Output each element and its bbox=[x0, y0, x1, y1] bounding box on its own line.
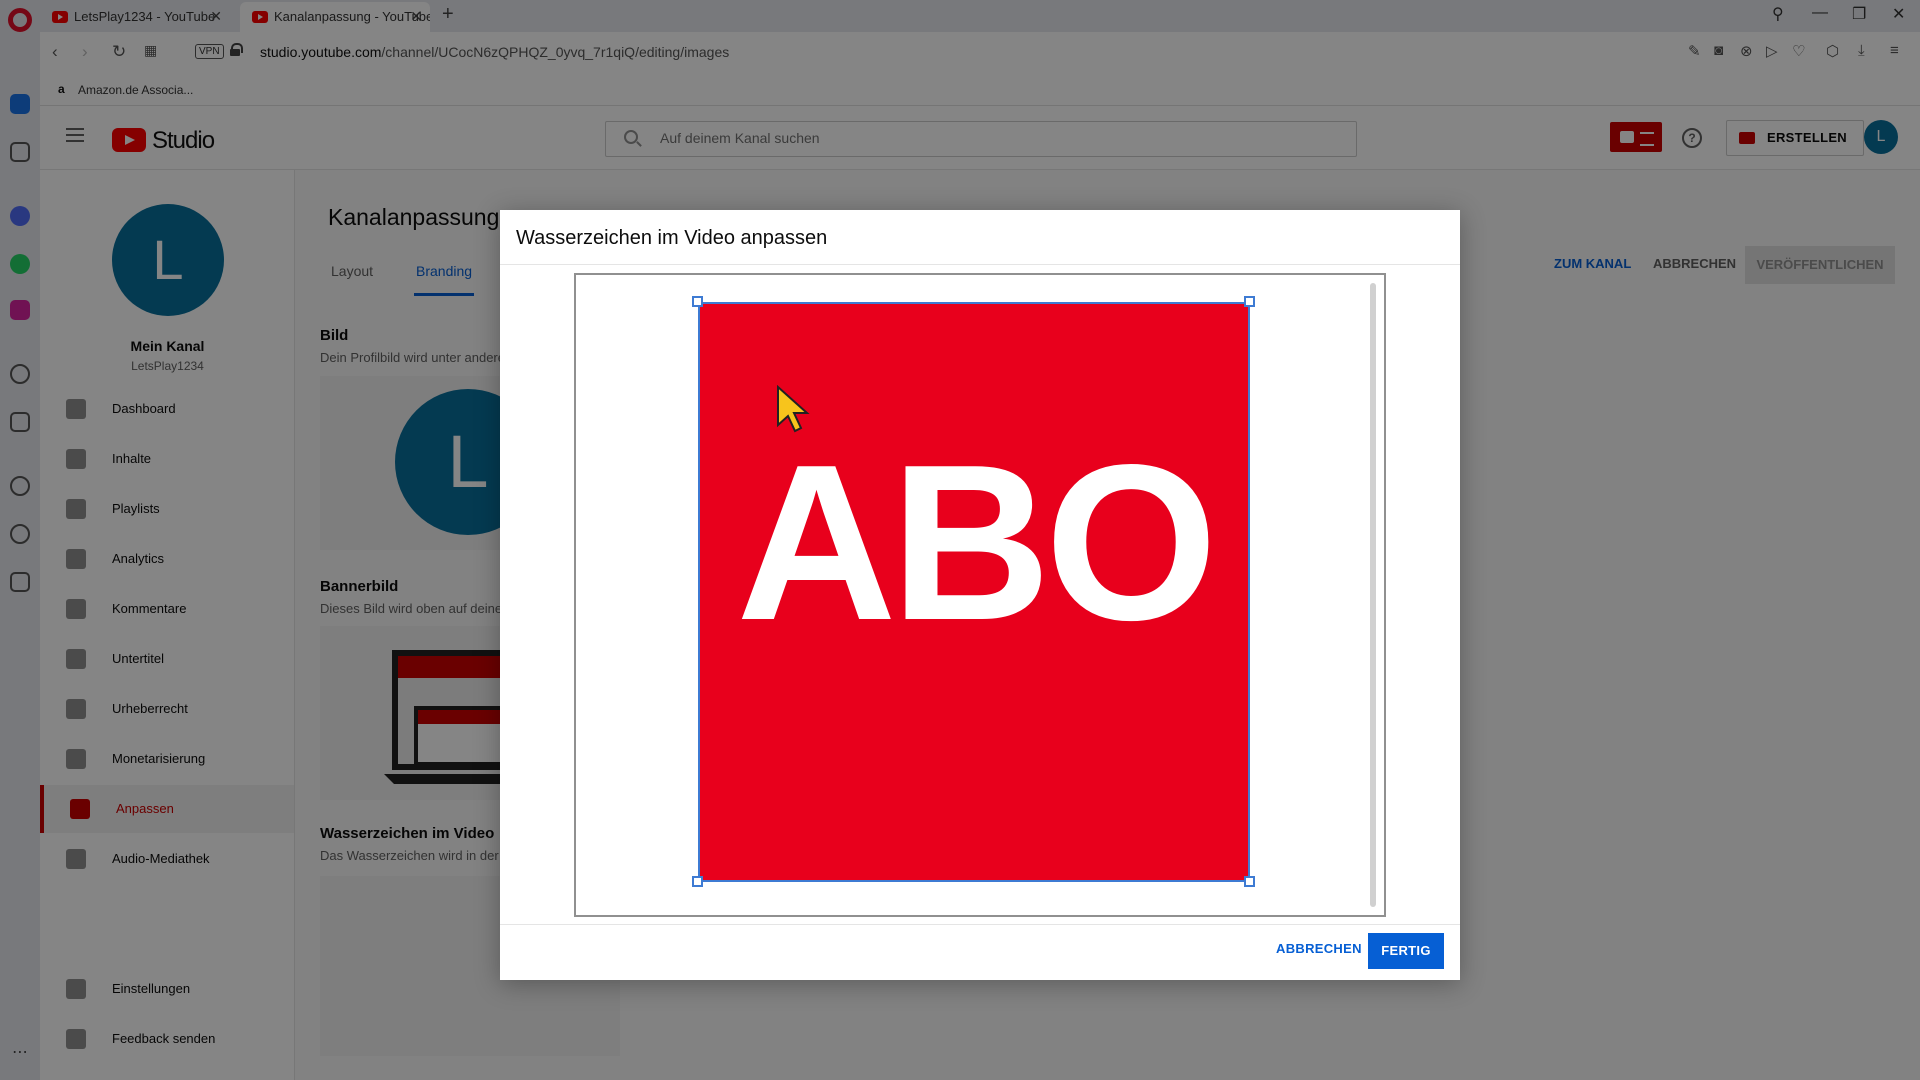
crop-handle-bottom-left[interactable] bbox=[692, 876, 703, 887]
crop-handle-top-left[interactable] bbox=[692, 296, 703, 307]
crop-handle-bottom-right[interactable] bbox=[1244, 876, 1255, 887]
watermark-dialog: Wasserzeichen im Video anpassen ABO ABBR… bbox=[500, 210, 1460, 980]
crop-canvas[interactable]: ABO bbox=[574, 273, 1386, 917]
crop-handle-top-right[interactable] bbox=[1244, 296, 1255, 307]
dialog-title: Wasserzeichen im Video anpassen bbox=[516, 227, 828, 249]
dialog-divider-top bbox=[500, 264, 1460, 265]
dialog-divider-bottom bbox=[500, 924, 1460, 925]
dialog-cancel-button[interactable]: ABBRECHEN bbox=[1276, 941, 1362, 956]
canvas-scrollbar[interactable] bbox=[1370, 283, 1376, 907]
dialog-done-button[interactable]: FERTIG bbox=[1368, 933, 1444, 969]
mouse-cursor-icon bbox=[777, 385, 810, 433]
